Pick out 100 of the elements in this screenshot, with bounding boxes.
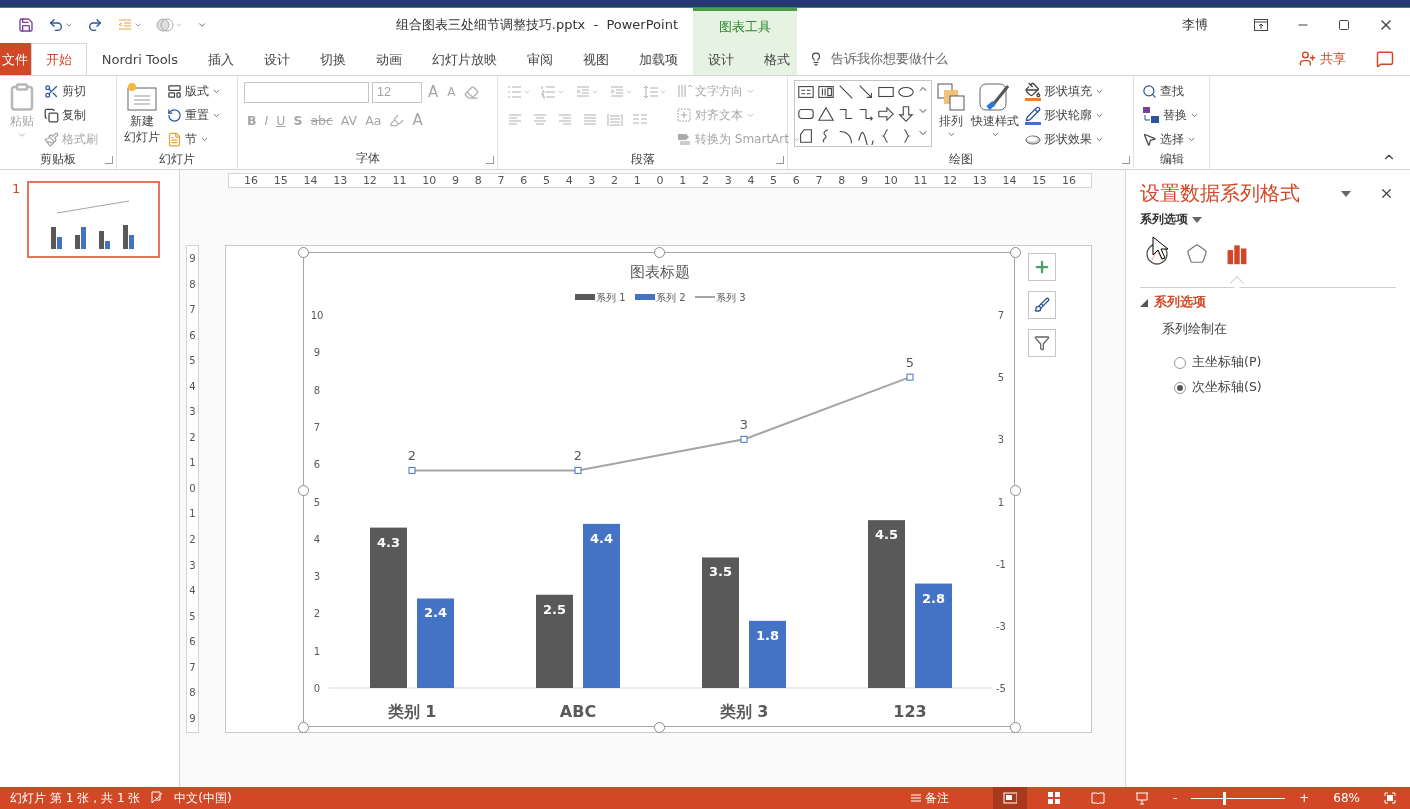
view-button[interactable] bbox=[992, 787, 1027, 809]
resize-handle[interactable] bbox=[654, 722, 665, 733]
ribbon-button[interactable]: 替换 bbox=[1140, 104, 1203, 126]
shape-icon[interactable] bbox=[837, 83, 855, 101]
point-marker[interactable] bbox=[574, 466, 582, 474]
ribbon-button[interactable]: 查找 bbox=[1140, 80, 1203, 102]
ribbon-button[interactable]: 剪切 bbox=[42, 80, 100, 102]
ribbon-tab[interactable]: Nordri Tools bbox=[86, 43, 193, 75]
ribbon-button[interactable]: 形状填充 bbox=[1023, 80, 1106, 102]
point-marker[interactable] bbox=[740, 435, 748, 443]
bar[interactable] bbox=[370, 527, 407, 688]
caret-icon bbox=[523, 88, 531, 96]
ribbon-tab[interactable]: 插入 bbox=[193, 43, 249, 75]
resize-handle[interactable] bbox=[654, 247, 665, 258]
shape-icon[interactable] bbox=[817, 105, 835, 123]
bar[interactable] bbox=[749, 620, 786, 688]
chart-elements-button[interactable] bbox=[1028, 253, 1056, 281]
section-header[interactable]: 系列选项 bbox=[1140, 294, 1206, 311]
bar[interactable] bbox=[702, 557, 739, 688]
resize-handle[interactable] bbox=[298, 722, 309, 733]
slide-info: 幻灯片 第 1 张，共 1 张 bbox=[10, 789, 141, 807]
bar[interactable] bbox=[583, 523, 620, 688]
dialog-launcher-icon[interactable] bbox=[486, 156, 494, 164]
dialog-launcher-icon[interactable] bbox=[776, 156, 784, 164]
resize-handle[interactable] bbox=[1010, 484, 1021, 496]
shape-icon[interactable] bbox=[797, 127, 815, 145]
ribbon-button[interactable]: 形状轮廓 bbox=[1023, 104, 1106, 126]
ribbon-tab[interactable]: 设计 bbox=[693, 43, 749, 75]
filter-icon bbox=[1034, 335, 1050, 351]
resize-handle[interactable] bbox=[1010, 247, 1021, 258]
shape-icon[interactable] bbox=[797, 83, 815, 101]
data-label: 5 bbox=[905, 355, 915, 371]
radio-option[interactable]: 主坐标轴(P) bbox=[1174, 354, 1262, 371]
slide-thumbnail[interactable] bbox=[27, 181, 161, 258]
ribbon-tab[interactable]: 格式 bbox=[749, 43, 805, 75]
notes-button[interactable]: 备注 bbox=[906, 787, 953, 809]
line-spacing-icon bbox=[643, 84, 659, 100]
new-slide-button[interactable]: 新建 幻灯片 bbox=[123, 80, 161, 150]
ribbon-button[interactable]: 复制 bbox=[42, 104, 100, 126]
point-marker[interactable] bbox=[408, 466, 416, 474]
ribbon-tab[interactable]: 切换 bbox=[305, 43, 361, 75]
dialog-launcher-icon[interactable] bbox=[1122, 156, 1130, 164]
resize-handle[interactable] bbox=[298, 247, 309, 258]
shape-icon[interactable] bbox=[897, 105, 915, 123]
category-label: ABC bbox=[559, 702, 597, 721]
ribbon-button[interactable]: 重置 bbox=[165, 104, 223, 126]
dialog-launcher-icon[interactable] bbox=[105, 156, 113, 164]
chart-styles-button[interactable] bbox=[1028, 291, 1056, 319]
legend-entry: 系列 2 bbox=[635, 292, 686, 303]
series-options-menu[interactable]: 系列选项 bbox=[1140, 211, 1202, 228]
ribbon-button[interactable]: 选择 bbox=[1140, 128, 1203, 150]
ribbon-button[interactable]: 版式 bbox=[165, 80, 223, 102]
ribbon-tab[interactable]: 设计 bbox=[249, 43, 305, 75]
ribbon-large-button[interactable]: 快速样式 bbox=[970, 80, 1020, 150]
zoom-in-button[interactable]: + bbox=[1295, 787, 1314, 809]
ribbon-display-button[interactable] bbox=[1252, 17, 1270, 33]
chart-title: 图表标题 bbox=[630, 263, 690, 281]
bar[interactable] bbox=[536, 594, 573, 688]
ribbon-tab[interactable]: 视图 bbox=[568, 43, 624, 75]
smartart-icon bbox=[676, 131, 692, 147]
tell-me-field[interactable]: 告诉我你想要做什么 bbox=[829, 50, 1029, 67]
chart-filters-button[interactable] bbox=[1028, 329, 1056, 357]
ribbon-tab[interactable]: 幻灯片放映 bbox=[417, 43, 512, 75]
axis-label: -1 bbox=[996, 558, 1006, 570]
share-button[interactable]: 共享 bbox=[1293, 48, 1352, 69]
ribbon-tab[interactable]: 文件 bbox=[0, 43, 31, 75]
shape-icon[interactable] bbox=[817, 83, 835, 101]
zoom-level[interactable]: 68% bbox=[1333, 791, 1360, 805]
zoom-thumb[interactable] bbox=[1223, 791, 1227, 805]
resize-handle[interactable] bbox=[1010, 722, 1021, 733]
ribbon-large-button[interactable]: 排列 bbox=[935, 80, 967, 150]
ribbon-tab[interactable]: 开始 bbox=[30, 43, 87, 76]
radio-option[interactable]: 次坐标轴(S) bbox=[1174, 379, 1262, 396]
user-name[interactable]: 李博 bbox=[1182, 16, 1208, 34]
save-button[interactable] bbox=[16, 15, 36, 35]
data-label: 4.5 bbox=[875, 527, 898, 543]
highlighter-icon bbox=[389, 112, 405, 128]
color-bar-icon bbox=[1025, 97, 1041, 101]
maximize-button[interactable] bbox=[1336, 17, 1352, 33]
ribbon-tab[interactable]: 加载项 bbox=[624, 43, 693, 75]
outdent-icon bbox=[575, 84, 591, 100]
point-marker[interactable] bbox=[906, 373, 914, 381]
reset-icon bbox=[167, 107, 182, 123]
ribbon-button[interactable]: 节 bbox=[165, 128, 223, 150]
bar[interactable] bbox=[417, 598, 454, 688]
pane-options-button[interactable] bbox=[1339, 188, 1353, 199]
close-icon bbox=[1379, 186, 1394, 201]
ribbon-button[interactable]: 形状效果 bbox=[1023, 128, 1106, 150]
chart-frame[interactable]: 图表标题 系列 1 系列 2 系列 3 0 1 2 3 4 5 6 7 8 9 10 -5 -3 -1 1 3 5 7 类别 1 ABC 类别 3 123 4.3 2.5 3.5 4.5 2.4 4.4 1.8 2.8 2 2 3 5 bbox=[303, 252, 1015, 727]
zoom-out-button[interactable]: - bbox=[1168, 787, 1182, 809]
language[interactable]: 中文(中国) bbox=[174, 789, 232, 807]
ribbon-tab[interactable]: 审阅 bbox=[512, 43, 568, 75]
ribbon-tab[interactable]: 动画 bbox=[361, 43, 417, 75]
resize-handle[interactable] bbox=[298, 484, 309, 496]
shape-icon[interactable] bbox=[877, 105, 895, 123]
distribute-icon bbox=[607, 112, 623, 128]
shape-icon[interactable] bbox=[857, 83, 875, 101]
bar[interactable] bbox=[915, 583, 952, 688]
slide-number: 1 bbox=[12, 181, 21, 196]
data-label: 2.4 bbox=[424, 605, 447, 621]
